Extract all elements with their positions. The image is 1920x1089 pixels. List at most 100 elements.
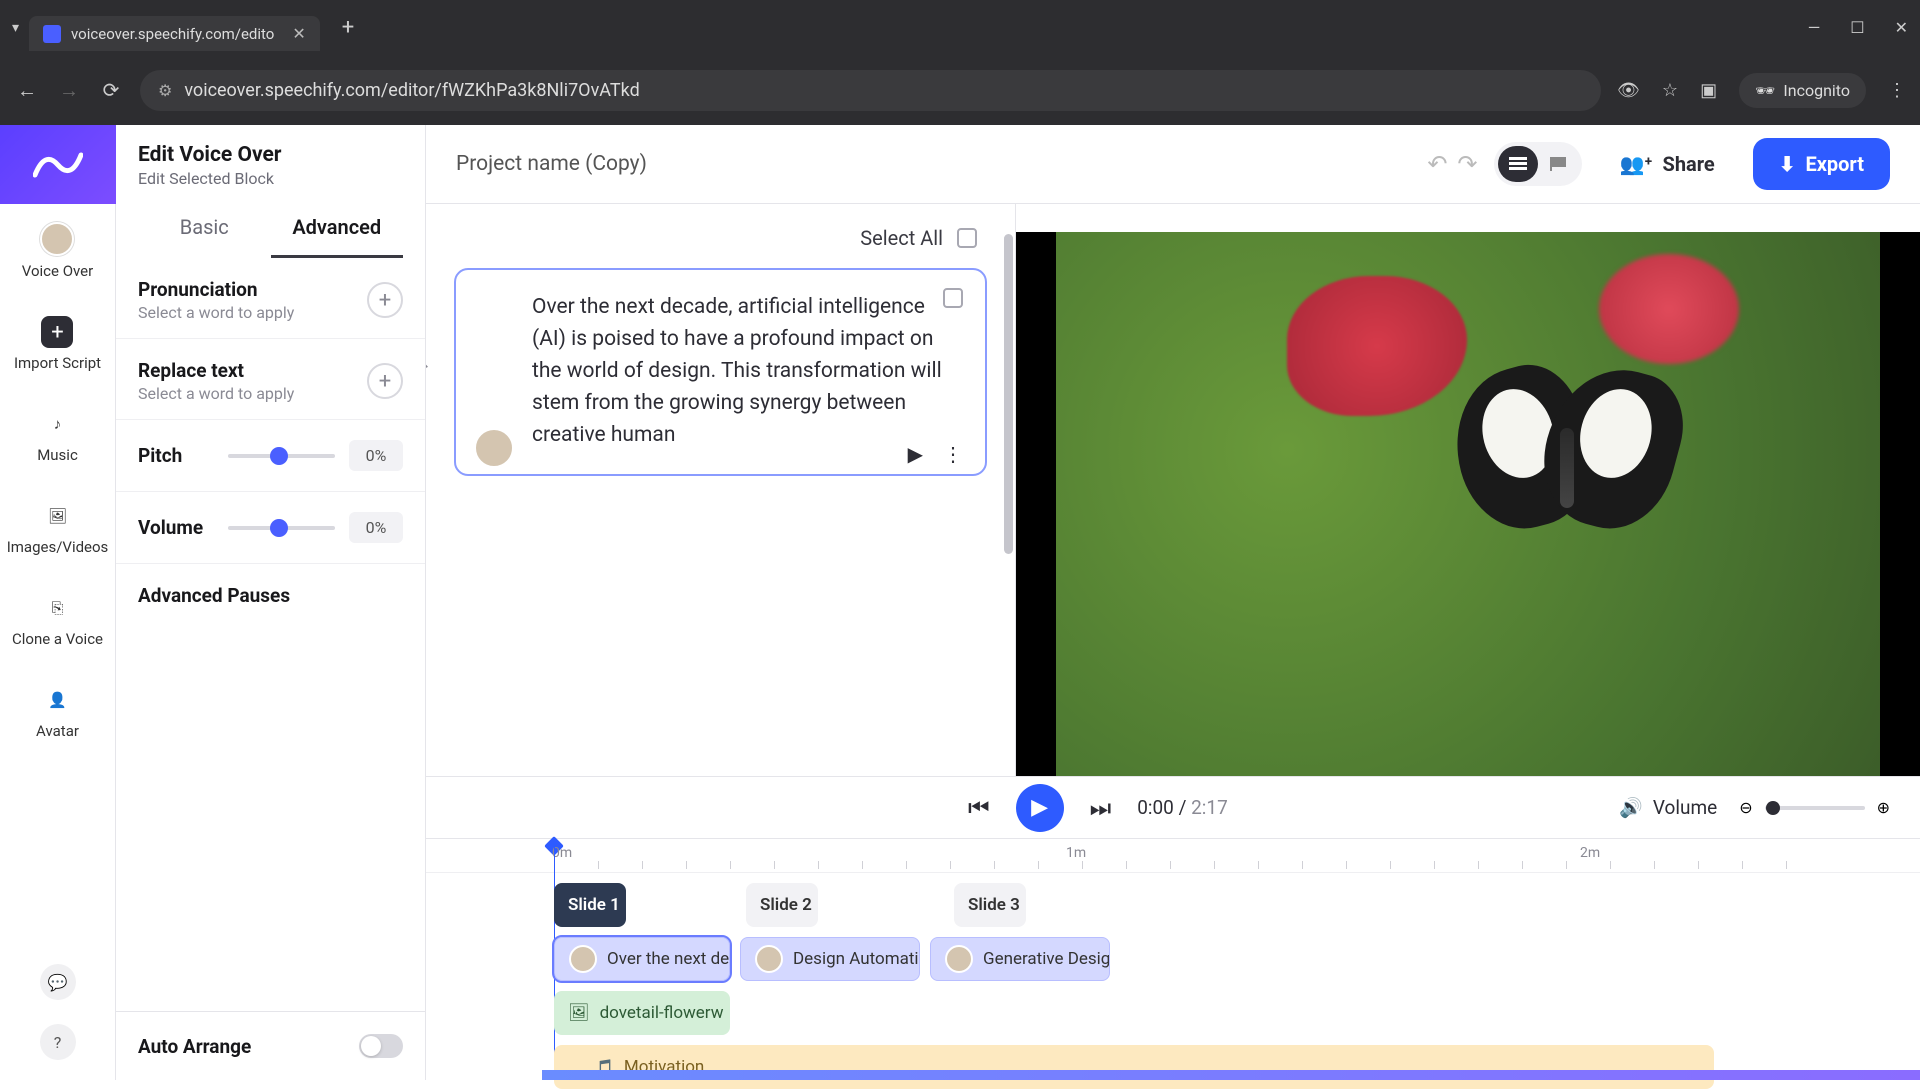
nav-voice-over[interactable]: Voice Over	[22, 204, 93, 298]
minimize-icon[interactable]: —	[1808, 18, 1821, 37]
scrollbar-thumb[interactable]	[1004, 234, 1013, 554]
voice-clip[interactable]: Design Automation	[740, 937, 920, 981]
auto-arrange-row: Auto Arrange	[116, 1011, 425, 1080]
bookmark-icon[interactable]: ☆	[1662, 80, 1678, 101]
section-title: Pronunciation	[138, 278, 294, 301]
browser-tab-bar: ▾ voiceover.speechify.com/edito ✕ + — ☐ …	[0, 0, 1920, 55]
next-button[interactable]: ⏭	[1090, 794, 1112, 822]
block-checkbox[interactable]	[943, 288, 963, 308]
clip-label: Generative Desig	[983, 949, 1110, 969]
avatar-icon	[569, 945, 597, 973]
chevron-up-icon[interactable]: ⌃	[426, 359, 432, 384]
block-more-button[interactable]: ⋮	[943, 442, 963, 466]
zoom-in-button[interactable]: ⊕	[1877, 798, 1890, 817]
preview-image	[1016, 232, 1920, 776]
view-list-button[interactable]	[1498, 146, 1538, 182]
avatar-icon	[40, 222, 74, 256]
url-input[interactable]: ⚙ voiceover.speechify.com/editor/fWZKhPa…	[140, 70, 1601, 111]
volume-slider[interactable]	[228, 526, 335, 530]
prev-button[interactable]: ⏮	[968, 794, 990, 822]
maximize-icon[interactable]: ☐	[1850, 18, 1864, 37]
tab-advanced[interactable]: Advanced	[271, 199, 404, 258]
left-nav-rail: Voice Over + Import Script ♪ Music 🖼 Ima…	[0, 125, 116, 1080]
share-button[interactable]: 👥⁺ Share	[1598, 140, 1737, 188]
pitch-value: 0%	[349, 440, 403, 471]
pitch-slider[interactable]	[228, 454, 335, 458]
plus-square-icon: +	[41, 316, 73, 348]
avatar-icon	[755, 945, 783, 973]
tabs-dropdown-icon[interactable]: ▾	[12, 20, 19, 36]
list-icon	[1509, 157, 1527, 171]
media-clip[interactable]: 🖼 dovetail-flowerw	[554, 991, 730, 1035]
nav-label: Music	[37, 446, 78, 464]
chat-button[interactable]: 💬	[40, 964, 76, 1000]
reload-button[interactable]: ⟳	[98, 77, 124, 103]
forward-button[interactable]: →	[56, 77, 82, 103]
play-block-button[interactable]: ▶	[908, 442, 923, 466]
undo-button[interactable]: ↶	[1427, 150, 1447, 178]
project-name-input[interactable]: Project name (Copy)	[456, 152, 1411, 176]
back-button[interactable]: ←	[14, 77, 40, 103]
app-logo[interactable]	[0, 125, 116, 204]
close-window-icon[interactable]: ✕	[1895, 18, 1908, 37]
speaker-icon[interactable]: 🔊	[1619, 796, 1643, 819]
auto-arrange-label: Auto Arrange	[138, 1035, 251, 1058]
advanced-pauses-section[interactable]: Advanced Pauses	[116, 564, 425, 627]
new-tab-button[interactable]: +	[342, 15, 354, 40]
tab-basic[interactable]: Basic	[138, 199, 271, 258]
incognito-badge[interactable]: 🕶 Incognito	[1739, 73, 1866, 108]
section-replace-text: Replace text Select a word to apply +	[116, 339, 425, 420]
help-button[interactable]: ?	[40, 1024, 76, 1060]
nav-import-script[interactable]: + Import Script	[14, 298, 101, 390]
slide-track: Slide 1 Slide 2 Slide 3	[554, 883, 1920, 927]
auto-arrange-toggle[interactable]	[359, 1034, 403, 1058]
music-clip[interactable]: 🎵 Motivation	[554, 1045, 1714, 1089]
incognito-label: Incognito	[1783, 81, 1850, 100]
zoom-slider-thumb[interactable]	[1766, 801, 1780, 815]
panel-title: Edit Voice Over	[138, 143, 403, 167]
zoom-out-button[interactable]: ⊖	[1739, 798, 1752, 817]
duration: 2:17	[1191, 796, 1228, 819]
nav-label: Images/Videos	[7, 538, 109, 556]
slide-clip[interactable]: Slide 3	[954, 883, 1026, 927]
question-icon: ?	[54, 1033, 62, 1052]
close-tab-icon[interactable]: ✕	[292, 24, 305, 43]
section-title: Replace text	[138, 359, 294, 382]
export-button[interactable]: ⬇ Export	[1753, 138, 1890, 190]
zoom-slider[interactable]	[1765, 806, 1865, 810]
add-pronunciation-button[interactable]: +	[367, 282, 403, 318]
nav-label: Voice Over	[22, 262, 93, 280]
volume-slider-thumb[interactable]	[270, 519, 288, 537]
browser-menu-icon[interactable]: ⋮	[1888, 80, 1906, 101]
timeline-scrollbar[interactable]	[542, 1070, 1920, 1080]
script-text[interactable]: Over the next decade, artificial intelli…	[532, 292, 959, 452]
chat-icon: 💬	[48, 973, 68, 992]
voice-clip[interactable]: Generative Desig	[930, 937, 1110, 981]
site-settings-icon[interactable]: ⚙	[158, 81, 172, 100]
eye-off-icon[interactable]: 👁	[1617, 80, 1640, 101]
nav-clone-voice[interactable]: ⎘ Clone a Voice	[12, 574, 103, 666]
slide-clip[interactable]: Slide 2	[746, 883, 818, 927]
browser-tab[interactable]: voiceover.speechify.com/edito ✕	[29, 16, 320, 51]
side-panel-icon[interactable]: ▣	[1700, 80, 1717, 101]
clip-label: Slide 3	[968, 895, 1020, 915]
image-icon: 🖼	[568, 1003, 590, 1023]
clone-icon: ⎘	[42, 592, 74, 624]
slide-clip[interactable]: Slide 1	[554, 883, 626, 927]
nav-avatar[interactable]: 👤 Avatar	[36, 666, 79, 758]
voice-clip[interactable]: Over the next de	[554, 937, 730, 981]
music-note-icon: ♪	[41, 408, 73, 440]
script-block[interactable]: Over the next decade, artificial intelli…	[454, 268, 987, 476]
play-button[interactable]: ▶	[1016, 784, 1064, 832]
ruler-0m: 0m	[552, 845, 572, 861]
nav-images-videos[interactable]: 🖼 Images/Videos	[7, 482, 109, 574]
pitch-slider-thumb[interactable]	[270, 447, 288, 465]
redo-button[interactable]: ↷	[1457, 150, 1477, 178]
select-all-checkbox[interactable]	[957, 228, 977, 248]
view-grid-button[interactable]	[1538, 146, 1578, 182]
timeline-ruler[interactable]: 0m 1m 2m	[426, 839, 1920, 873]
nav-music[interactable]: ♪ Music	[37, 390, 78, 482]
volume-label: Volume	[138, 516, 214, 539]
current-time: 0:00	[1137, 796, 1174, 819]
add-replace-button[interactable]: +	[367, 363, 403, 399]
